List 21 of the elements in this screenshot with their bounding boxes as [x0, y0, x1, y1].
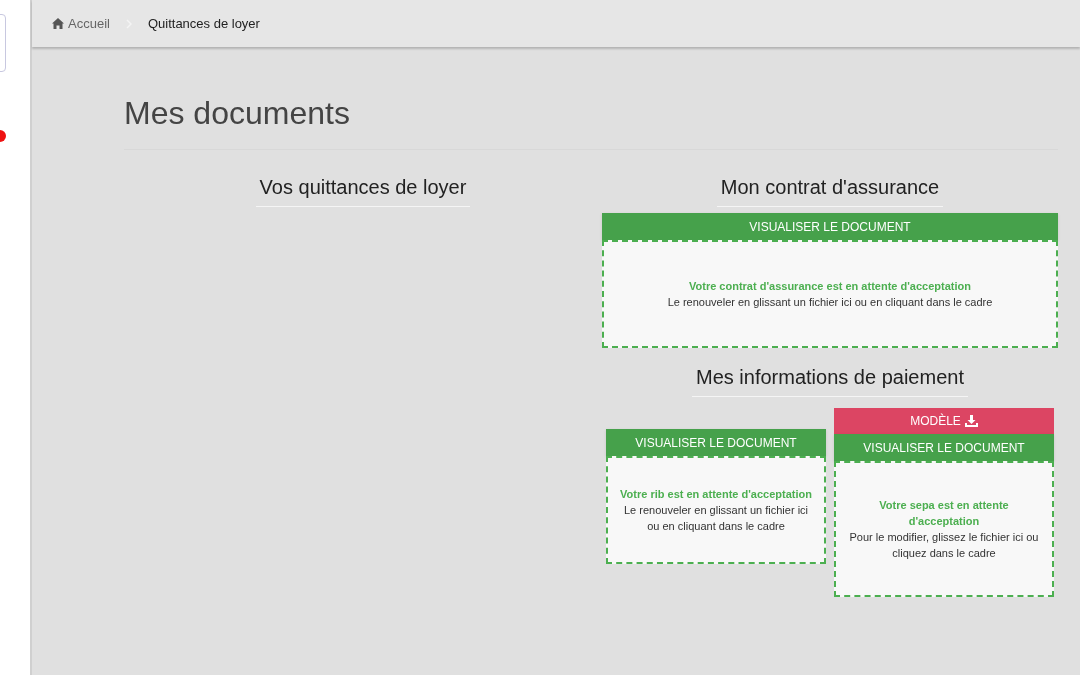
hint-text: Pour le modifier, glissez le fichier ici ou cliquez dans le cadre: [848, 530, 1040, 561]
section-title: Mes informations de paiement: [692, 362, 968, 397]
home-icon: [52, 18, 64, 29]
page-title: Mes documents: [124, 89, 1058, 150]
status-text: Votre contrat d'assurance est en attente d'acceptation: [689, 279, 971, 294]
file-drop-zone[interactable]: Votre contrat d'assurance est en attente d'acceptation Le renouveler en glissant un fichier ici ou en cliquant dans le cadre: [602, 240, 1058, 348]
file-drop-zone[interactable]: Votre rib est en attente d'acceptation Le renouveler en glissant un fichier ici ou en cliquant dans le cadre: [606, 456, 826, 564]
view-document-button[interactable]: VISUALISER LE DOCUMENT: [606, 429, 826, 456]
status-text: Votre sepa est en attente d'acceptation: [878, 498, 1010, 529]
breadcrumb-current: Quittances de loyer: [147, 14, 260, 33]
breadcrumb-link[interactable]: Accueil: [52, 13, 110, 34]
status-text: Votre rib est en attente d'acceptation: [620, 487, 812, 502]
template-download-button[interactable]: MODÈLE: [834, 408, 1054, 434]
section-title: Mon contrat d'assurance: [716, 172, 944, 207]
download-icon: [964, 415, 978, 427]
view-document-button[interactable]: VISUALISER LE DOCUMENT: [834, 434, 1054, 461]
file-drop-zone[interactable]: Votre sepa est en attente d'acceptation Pour le modifier, glissez le fichier ici ou cliquez dans le cadre: [834, 461, 1054, 597]
view-document-button[interactable]: VISUALISER LE DOCUMENT: [602, 213, 1058, 240]
hint-text: Le renouveler en glissant un fichier ici ou en cliquant dans le cadre: [622, 503, 809, 534]
hint-text: Le renouveler en glissant un fichier ici ou en cliquant dans le cadre: [667, 295, 993, 310]
section-title: Vos quittances de loyer: [255, 172, 471, 207]
